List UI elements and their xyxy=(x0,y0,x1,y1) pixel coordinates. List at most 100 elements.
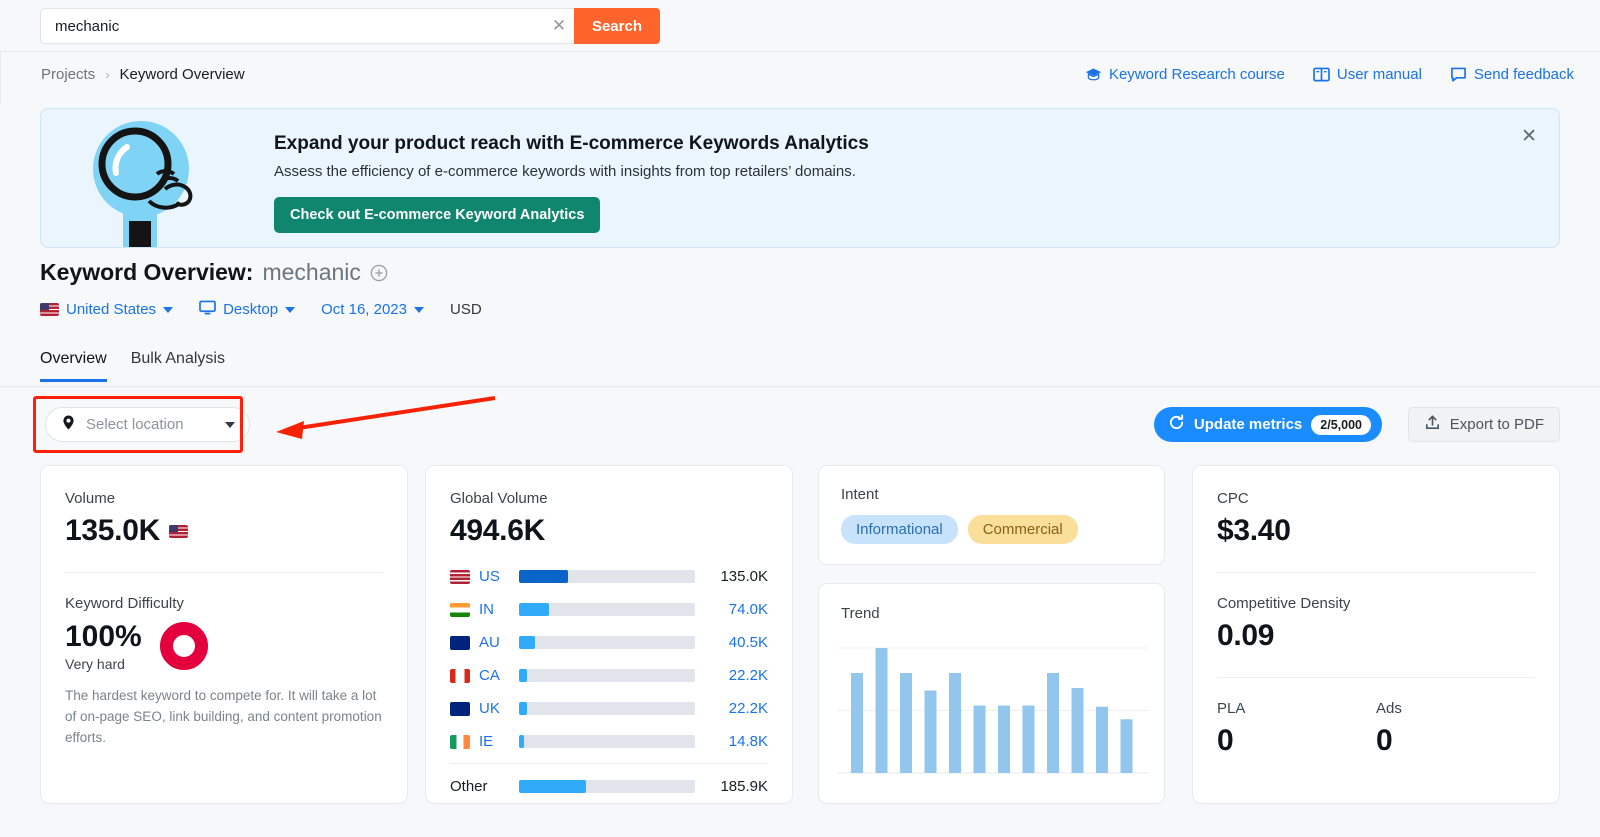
global-volume-country-code[interactable]: AU xyxy=(479,634,519,651)
user-manual-link[interactable]: User manual xyxy=(1313,66,1422,83)
global-volume-value: 494.6K xyxy=(450,514,768,548)
plus-circle-icon[interactable] xyxy=(370,264,388,282)
banner-title: Expand your product reach with E-commerc… xyxy=(274,133,869,155)
trend-bar[interactable] xyxy=(998,706,1010,774)
global-volume-row: IE 14.8K xyxy=(450,725,768,758)
global-volume-row: Other 185.9K xyxy=(450,770,768,803)
trend-bar[interactable] xyxy=(1096,707,1108,773)
country-filter-label: United States xyxy=(66,301,156,318)
global-volume-bar-fill xyxy=(519,780,586,793)
search-button[interactable]: Search xyxy=(574,8,660,44)
uk-flag-icon xyxy=(450,702,470,716)
update-metrics-button[interactable]: Update metrics 2/5,000 xyxy=(1154,407,1382,442)
chevron-down-icon xyxy=(225,422,235,428)
global-volume-row: UK 22.2K xyxy=(450,692,768,725)
keyword-research-course-label: Keyword Research course xyxy=(1109,66,1285,83)
global-volume-country-code[interactable]: US xyxy=(479,568,519,585)
country-filter[interactable]: United States xyxy=(40,301,173,318)
global-volume-value-label[interactable]: 14.8K xyxy=(695,733,768,750)
page-title-keyword: mechanic xyxy=(262,259,360,286)
global-volume-country-code[interactable]: IE xyxy=(479,733,519,750)
global-volume-country-list: US135.0K IN 74.0K AU 40.5K CA 22.2K UK 22.2K IE 14… xyxy=(426,548,792,803)
pla-label: PLA xyxy=(1217,700,1376,717)
breadcrumb-projects[interactable]: Projects xyxy=(41,66,95,83)
global-volume-bar-track xyxy=(519,570,695,583)
global-volume-bar-track xyxy=(519,669,695,682)
pla-value: 0 xyxy=(1217,724,1376,758)
us-flag-icon xyxy=(450,570,470,584)
trend-bar[interactable] xyxy=(1121,719,1133,773)
keyword-research-course-link[interactable]: Keyword Research course xyxy=(1085,66,1285,83)
chat-bubble-icon xyxy=(1450,67,1467,82)
ads-label: Ads xyxy=(1376,700,1535,717)
trend-bar[interactable] xyxy=(1047,673,1059,773)
intent-pill-commercial[interactable]: Commercial xyxy=(968,515,1078,544)
export-to-pdf-label: Export to PDF xyxy=(1450,416,1544,433)
global-volume-row: US135.0K xyxy=(450,560,768,593)
global-volume-bar-track xyxy=(519,603,695,616)
global-volume-value-label[interactable]: 22.2K xyxy=(695,667,768,684)
volume-label: Volume xyxy=(65,490,383,507)
user-manual-label: User manual xyxy=(1337,66,1422,83)
cpc-value: $3.40 xyxy=(1217,514,1535,548)
graduation-cap-icon xyxy=(1085,67,1102,82)
keyword-overview-page: ✕ Search Projects › Keyword Overview Key… xyxy=(0,0,1600,837)
global-volume-row: IN 74.0K xyxy=(450,593,768,626)
global-volume-country-code[interactable]: UK xyxy=(479,700,519,717)
trend-bar[interactable] xyxy=(1072,688,1084,773)
global-volume-bar-fill xyxy=(519,702,527,715)
keyword-difficulty-rating: Very hard xyxy=(65,656,142,672)
global-volume-bar-fill xyxy=(519,570,568,583)
book-icon xyxy=(1313,67,1330,82)
date-filter[interactable]: Oct 16, 2023 xyxy=(321,301,424,318)
trend-bar[interactable] xyxy=(876,648,888,773)
search-bar: ✕ Search xyxy=(0,0,1600,52)
cpc-card: CPC $3.40 Competitive Density 0.09 PLA 0… xyxy=(1192,465,1560,804)
magnifying-glass-illustration xyxy=(69,117,239,247)
tab-underline-divider xyxy=(0,386,1600,387)
page-title: Keyword Overview: mechanic xyxy=(40,259,388,286)
trend-bar[interactable] xyxy=(900,673,912,773)
trend-bar[interactable] xyxy=(974,706,986,774)
tab-bulk-analysis[interactable]: Bulk Analysis xyxy=(131,350,225,382)
send-feedback-link[interactable]: Send feedback xyxy=(1450,66,1574,83)
export-to-pdf-button[interactable]: Export to PDF xyxy=(1408,407,1560,442)
trend-bar[interactable] xyxy=(851,673,863,773)
keyword-difficulty-donut-chart xyxy=(160,622,208,670)
tab-bar: Overview Bulk Analysis xyxy=(40,350,225,382)
select-location-dropdown[interactable]: Select location xyxy=(45,407,250,442)
global-volume-row: AU 40.5K xyxy=(450,626,768,659)
global-volume-bar-fill xyxy=(519,735,524,748)
trend-label: Trend xyxy=(841,605,1142,622)
clear-search-icon[interactable]: ✕ xyxy=(544,9,574,43)
breadcrumb-separator-icon: › xyxy=(105,67,109,82)
date-filter-label: Oct 16, 2023 xyxy=(321,301,407,318)
global-volume-bar-track xyxy=(519,780,695,793)
global-volume-value-label: 185.9K xyxy=(695,778,768,795)
trend-bar[interactable] xyxy=(949,673,961,773)
competitive-density-value: 0.09 xyxy=(1217,619,1535,653)
global-volume-value-label[interactable]: 40.5K xyxy=(695,634,768,651)
promo-banner: Expand your product reach with E-commerc… xyxy=(40,108,1560,248)
cpc-label: CPC xyxy=(1217,490,1535,507)
refresh-icon xyxy=(1168,414,1185,435)
device-filter-label: Desktop xyxy=(223,301,278,318)
trend-bar[interactable] xyxy=(925,691,937,774)
global-volume-value-label[interactable]: 22.2K xyxy=(695,700,768,717)
banner-subtitle: Assess the efficiency of e-commerce keyw… xyxy=(274,163,856,180)
ie-flag-icon xyxy=(450,735,470,749)
device-filter[interactable]: Desktop xyxy=(199,300,295,319)
global-volume-value-label[interactable]: 74.0K xyxy=(695,601,768,618)
banner-cta-button[interactable]: Check out E-commerce Keyword Analytics xyxy=(274,197,600,233)
search-input[interactable] xyxy=(55,18,544,35)
banner-close-icon[interactable]: ✕ xyxy=(1521,127,1537,146)
intent-pill-informational[interactable]: Informational xyxy=(841,515,958,544)
global-volume-country-code[interactable]: CA xyxy=(479,667,519,684)
global-volume-country-code: Other xyxy=(450,778,519,795)
trend-bar[interactable] xyxy=(1023,706,1035,774)
global-volume-other-divider xyxy=(450,763,768,764)
tab-overview[interactable]: Overview xyxy=(40,350,107,382)
global-volume-country-code[interactable]: IN xyxy=(479,601,519,618)
global-volume-bar-track xyxy=(519,735,695,748)
monitor-icon xyxy=(199,300,216,319)
